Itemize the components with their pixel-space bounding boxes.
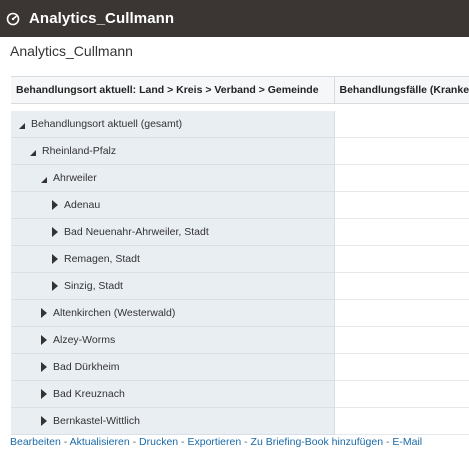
expand-triangle-icon[interactable]: [52, 227, 58, 237]
title-bar: Analytics_Cullmann: [0, 0, 469, 37]
row-label: Bad Kreuznach: [53, 388, 125, 400]
row-header-cell: Bad Dürkheim: [11, 353, 335, 381]
expand-triangle-icon[interactable]: [41, 362, 47, 372]
link-separator: -: [60, 436, 70, 448]
row-header-cell: Altenkirchen (Westerwald): [11, 299, 335, 327]
expand-triangle-icon[interactable]: [41, 416, 47, 426]
value-cell: [334, 380, 469, 408]
footer-link[interactable]: Aktualisieren: [70, 436, 130, 448]
table-row: Bernkastel-Wittlich: [11, 407, 469, 435]
row-label: Bad Dürkheim: [53, 361, 120, 373]
table-row: Altenkirchen (Westerwald): [11, 299, 469, 327]
footer-link[interactable]: Drucken: [139, 436, 178, 448]
row-label: Bernkastel-Wittlich: [53, 415, 140, 427]
expand-triangle-icon[interactable]: [41, 335, 47, 345]
expand-triangle-icon[interactable]: [52, 200, 58, 210]
row-header-cell: Bernkastel-Wittlich: [11, 407, 335, 435]
table-row: Behandlungsort aktuell (gesamt) 8: [11, 111, 469, 138]
expand-triangle-icon[interactable]: [41, 389, 47, 399]
page-title: Analytics_Cullmann: [10, 43, 133, 59]
collapse-triangle-icon[interactable]: [30, 149, 36, 156]
table-row: Ahrweiler: [11, 164, 469, 192]
row-label: Ahrweiler: [53, 172, 97, 184]
row-header-cell: Ahrweiler: [11, 164, 335, 192]
row-header-cell: Rheinland-Pfalz: [11, 137, 335, 165]
expand-triangle-icon[interactable]: [52, 281, 58, 291]
value-cell: [334, 353, 469, 381]
app-title: Analytics_Cullmann: [29, 10, 175, 27]
value-cell: [334, 272, 469, 300]
value-cell: [334, 299, 469, 327]
row-label: Sinzig, Stadt: [64, 280, 123, 292]
footer-link[interactable]: Bearbeiten: [10, 436, 61, 448]
row-header-cell: Behandlungsort aktuell (gesamt): [11, 111, 335, 138]
row-label: Adenau: [64, 199, 101, 211]
value-cell: [334, 326, 469, 354]
column-header-cases[interactable]: Behandlungsfälle (Kranke: [334, 77, 469, 104]
row-header-cell: Birkenfeld: [11, 434, 335, 435]
row-header-cell: Bad Kreuznach: [11, 380, 335, 408]
row-label: Altenkirchen (Westerwald): [53, 307, 176, 319]
dashboard-gauge-icon: [2, 0, 24, 37]
row-header-cell: Adenau: [11, 191, 335, 219]
collapse-triangle-icon[interactable]: [19, 122, 25, 129]
row-header-cell: Remagen, Stadt: [11, 245, 335, 273]
value-cell: 8: [334, 137, 469, 165]
table-row: Remagen, Stadt: [11, 245, 469, 273]
row-label: Bad Neuenahr-Ahrweiler, Stadt: [64, 226, 209, 238]
link-separator: -: [241, 436, 251, 448]
row-header-cell: Alzey-Worms: [11, 326, 335, 354]
expand-triangle-icon[interactable]: [52, 254, 58, 264]
table-row: Rheinland-Pfalz 8: [11, 137, 469, 165]
value-cell: [334, 191, 469, 219]
pivot-table: Behandlungsort aktuell: Land > Kreis > V…: [11, 76, 469, 435]
row-label: Rheinland-Pfalz: [42, 145, 117, 157]
table-row: Sinzig, Stadt: [11, 272, 469, 300]
expand-triangle-icon[interactable]: [41, 308, 47, 318]
row-label: Remagen, Stadt: [64, 253, 140, 265]
footer-links: Bearbeiten - Aktualisieren - Drucken - E…: [10, 436, 422, 448]
value-cell: 8: [334, 111, 469, 138]
column-header-location[interactable]: Behandlungsort aktuell: Land > Kreis > V…: [11, 77, 335, 104]
table-row: Alzey-Worms: [11, 326, 469, 354]
value-cell: [334, 407, 469, 435]
collapse-triangle-icon[interactable]: [41, 176, 47, 183]
value-cell: [334, 434, 469, 435]
footer-link[interactable]: Exportieren: [187, 436, 241, 448]
row-header-cell: Bad Neuenahr-Ahrweiler, Stadt: [11, 218, 335, 246]
value-cell: [334, 164, 469, 192]
table-row: Bad Neuenahr-Ahrweiler, Stadt: [11, 218, 469, 246]
footer-link[interactable]: E-Mail: [392, 436, 422, 448]
value-cell: [334, 245, 469, 273]
row-label: Alzey-Worms: [53, 334, 116, 346]
table-row: Bad Dürkheim: [11, 353, 469, 381]
footer-link[interactable]: Zu Briefing-Book hinzufügen: [251, 436, 384, 448]
link-separator: -: [383, 436, 393, 448]
link-separator: -: [129, 436, 140, 448]
table-row: Bad Kreuznach: [11, 380, 469, 408]
row-label: Behandlungsort aktuell (gesamt): [31, 118, 183, 130]
value-cell: [334, 218, 469, 246]
row-header-cell: Sinzig, Stadt: [11, 272, 335, 300]
table-row: Birkenfeld: [11, 434, 469, 435]
table-row: Adenau: [11, 191, 469, 219]
